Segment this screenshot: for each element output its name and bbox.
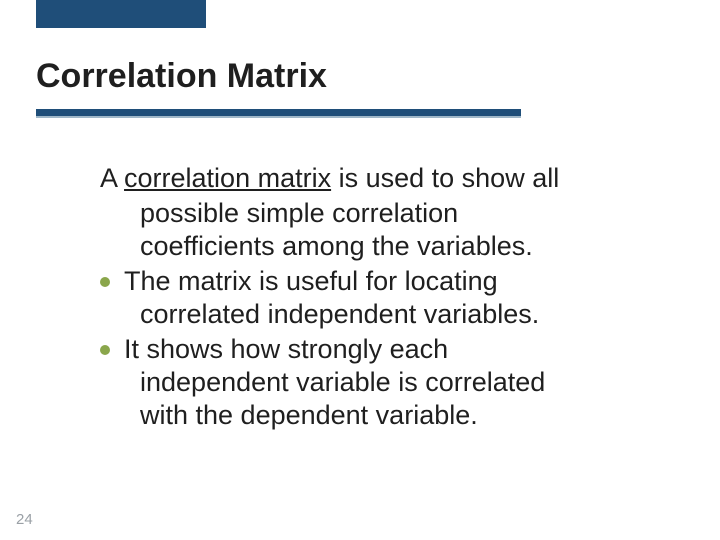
lead-line3: coefficients among the variables.: [100, 230, 660, 263]
bullet-item: The matrix is useful for locating: [100, 265, 660, 298]
bullet-icon: [100, 277, 110, 287]
bullet-2-line1: It shows how strongly each: [124, 333, 660, 366]
bullet-1-line1: The matrix is useful for locating: [124, 265, 660, 298]
title-underline-bar: [36, 109, 521, 118]
bullet-text: The matrix is useful for locating: [124, 265, 660, 298]
slide-body: A correlation matrix is used to show all…: [100, 162, 660, 432]
lead-line2: possible simple correlation: [100, 197, 660, 230]
accent-corner-tab: [36, 0, 206, 28]
bullet-2-line3: with the dependent variable.: [100, 399, 660, 432]
bullet-icon: [100, 345, 110, 355]
page-number: 24: [16, 511, 33, 528]
bullet-item: It shows how strongly each: [100, 333, 660, 366]
bullet-text: It shows how strongly each: [124, 333, 660, 366]
slide-title: Correlation Matrix: [36, 58, 684, 95]
lead-text-part2: is used to show all: [331, 163, 559, 193]
lead-text-part1: A: [100, 163, 124, 193]
slide-title-area: Correlation Matrix: [36, 58, 684, 118]
lead-paragraph: A correlation matrix is used to show all: [100, 162, 660, 195]
bullet-2-line2: independent variable is correlated: [100, 366, 660, 399]
lead-text-underlined: correlation matrix: [124, 163, 331, 193]
bullet-1-line2: correlated independent variables.: [100, 298, 660, 331]
